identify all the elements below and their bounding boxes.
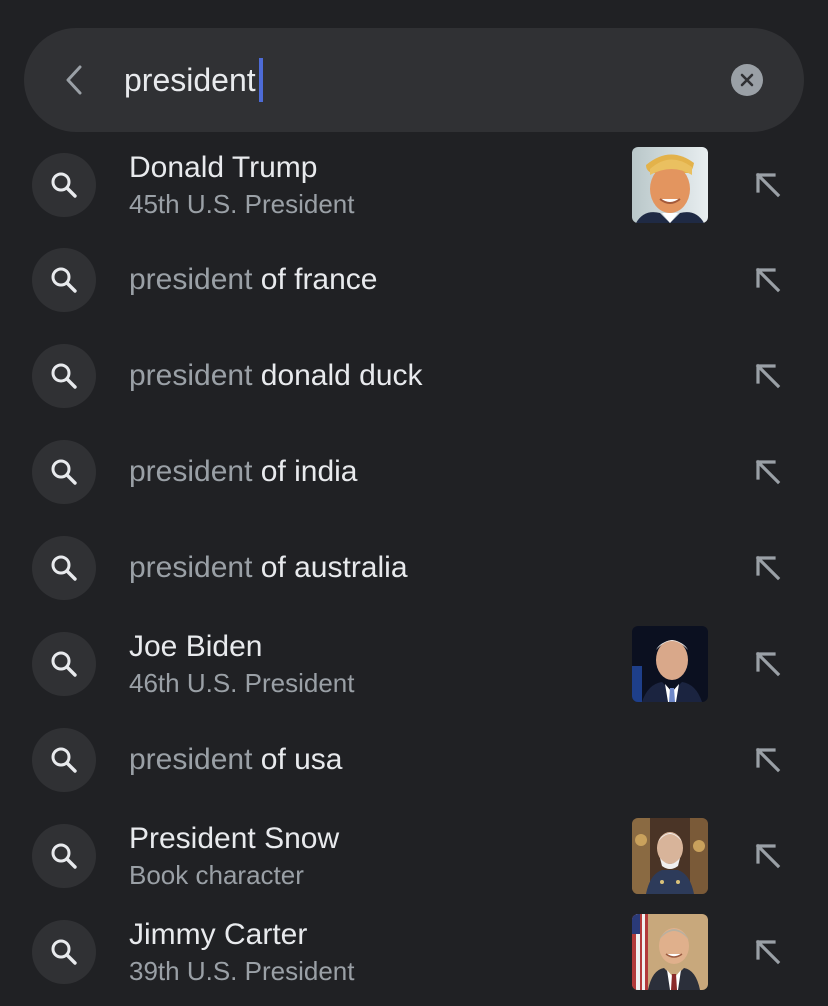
search-icon: [51, 555, 77, 581]
suggestion-text: president donald duck: [129, 328, 423, 424]
arrow-up-left-icon: [755, 747, 781, 773]
suggestion-thumbnail: [632, 914, 708, 990]
search-icon: [51, 267, 77, 293]
suggestion-prefix: president: [129, 359, 253, 392]
search-input[interactable]: president: [124, 54, 263, 106]
suggestion-title: president of australia: [129, 549, 408, 587]
search-icon: [51, 172, 77, 198]
suggestion-row[interactable]: president of australia: [0, 520, 828, 616]
suggestion-row[interactable]: Joe Biden 46th U.S. President: [0, 616, 828, 712]
search-screen: president Donald Trump 45th U.S. Preside…: [0, 0, 828, 1006]
suggestion-subtitle: 39th U.S. President: [129, 956, 355, 986]
suggestion-row[interactable]: president of india: [0, 424, 828, 520]
fill-query-button[interactable]: [746, 258, 790, 302]
suggestion-completion: of australia: [252, 551, 408, 584]
arrow-up-left-icon: [755, 459, 781, 485]
suggestion-text: president of india: [129, 424, 358, 520]
suggestion-row[interactable]: president of france: [0, 232, 828, 328]
suggestion-completion: of india: [252, 455, 358, 488]
suggestion-thumbnail: [632, 626, 708, 702]
fill-query-button[interactable]: [746, 642, 790, 686]
suggestion-text: Joe Biden 46th U.S. President: [129, 616, 354, 712]
suggestion-text: president of france: [129, 232, 378, 328]
suggestion-completion: donald duck: [252, 359, 423, 392]
suggestion-subtitle: 46th U.S. President: [129, 668, 355, 698]
search-icon-badge: [32, 153, 96, 217]
suggestion-text: president of usa: [129, 712, 342, 808]
suggestion-title: Joe Biden: [129, 630, 263, 663]
suggestion-title: President Snow: [129, 822, 340, 855]
search-icon-badge: [32, 440, 96, 504]
arrow-up-left-icon: [755, 267, 781, 293]
suggestion-text: president of australia: [129, 520, 408, 616]
suggestion-completion: of france: [252, 263, 378, 296]
suggestion-text: President Snow Book character: [129, 808, 339, 904]
suggestion-row[interactable]: president donald duck: [0, 328, 828, 424]
suggestion-completion: of usa: [252, 743, 343, 776]
search-icon: [51, 939, 77, 965]
suggestion-row[interactable]: president of usa: [0, 712, 828, 808]
fill-query-button[interactable]: [746, 930, 790, 974]
suggestion-title: president of usa: [129, 741, 342, 779]
suggestion-prefix: president: [129, 263, 253, 296]
fill-query-button[interactable]: [746, 163, 790, 207]
arrow-up-left-icon: [755, 843, 781, 869]
suggestion-row[interactable]: President Snow Book character: [0, 808, 828, 904]
search-query-text: president: [124, 62, 256, 98]
suggestion-text: Jimmy Carter 39th U.S. President: [129, 904, 354, 1000]
suggestion-row[interactable]: Donald Trump 45th U.S. President: [0, 137, 828, 233]
clear-button[interactable]: [731, 64, 763, 96]
search-icon: [51, 747, 77, 773]
fill-query-button[interactable]: [746, 738, 790, 782]
suggestion-thumbnail: [632, 147, 708, 223]
back-button[interactable]: [54, 56, 94, 104]
suggestion-thumbnail: [632, 818, 708, 894]
suggestion-title: Jimmy Carter: [129, 918, 308, 951]
suggestion-text: Donald Trump 45th U.S. President: [129, 137, 354, 233]
search-icon-badge: [32, 536, 96, 600]
suggestion-subtitle: 45th U.S. President: [129, 189, 355, 219]
suggestion-prefix: president: [129, 743, 253, 776]
search-icon-badge: [32, 728, 96, 792]
fill-query-button[interactable]: [746, 834, 790, 878]
search-icon-badge: [32, 248, 96, 312]
arrow-up-left-icon: [755, 555, 781, 581]
search-icon: [51, 843, 77, 869]
arrow-up-left-icon: [755, 939, 781, 965]
arrow-up-left-icon: [755, 651, 781, 677]
chevron-left-icon: [66, 65, 82, 95]
search-bar[interactable]: president: [24, 28, 804, 132]
search-icon: [51, 651, 77, 677]
suggestion-title: Donald Trump: [129, 151, 318, 184]
suggestion-title: president of india: [129, 453, 358, 491]
suggestion-title: president of france: [129, 261, 378, 299]
suggestion-row[interactable]: Jimmy Carter 39th U.S. President: [0, 904, 828, 1000]
search-icon-badge: [32, 824, 96, 888]
search-icon-badge: [32, 344, 96, 408]
suggestion-title: president donald duck: [129, 357, 423, 395]
suggestion-prefix: president: [129, 455, 253, 488]
fill-query-button[interactable]: [746, 450, 790, 494]
search-icon: [51, 459, 77, 485]
fill-query-button[interactable]: [746, 354, 790, 398]
arrow-up-left-icon: [755, 172, 781, 198]
search-icon: [51, 363, 77, 389]
search-icon-badge: [32, 632, 96, 696]
suggestion-prefix: president: [129, 551, 253, 584]
arrow-up-left-icon: [755, 363, 781, 389]
suggestion-subtitle: Book character: [129, 860, 304, 890]
text-caret: [258, 58, 263, 102]
fill-query-button[interactable]: [746, 546, 790, 590]
search-icon-badge: [32, 920, 96, 984]
clear-circle-icon: [740, 73, 754, 87]
